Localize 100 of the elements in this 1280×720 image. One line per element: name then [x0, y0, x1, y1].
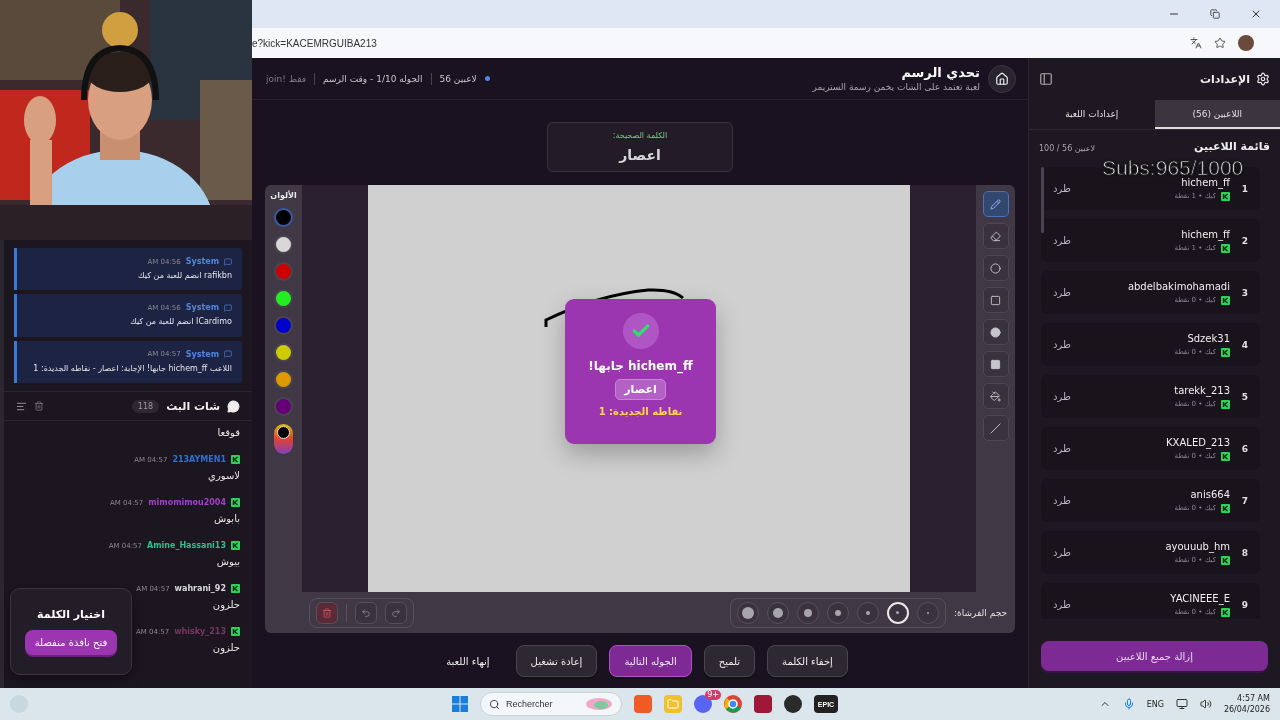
player-name: hichem_ff	[1180, 228, 1230, 240]
tool-button[interactable]	[982, 319, 1009, 345]
bot-icon	[224, 257, 232, 266]
page-title: تحدي الرسم	[900, 65, 980, 80]
player-name: Sdzek31	[1186, 332, 1230, 344]
notification-badge: 9+	[705, 690, 721, 700]
message-text: لاسوري	[208, 470, 240, 482]
maximize-icon[interactable]	[1210, 9, 1220, 19]
action-button[interactable]: الجوله التالية	[609, 645, 692, 677]
panel-toggle-icon[interactable]	[1039, 72, 1053, 86]
action-button[interactable]: إعادة تشغيل	[515, 645, 598, 677]
color-swatch[interactable]	[274, 370, 293, 389]
message-text: rafikbn انضم للعبة من كيك	[137, 271, 232, 282]
bot-icon	[224, 350, 232, 359]
platform-icon	[1221, 607, 1230, 617]
new-points: نقاطه الجديدة: 1	[598, 406, 683, 417]
tab[interactable]: اللاعبين (56)	[1154, 100, 1280, 129]
player-rank: 4	[1240, 339, 1250, 350]
player-rank: 8	[1240, 547, 1250, 558]
brush-size-button[interactable]	[857, 601, 879, 624]
action-button[interactable]: إخفاء الكلمة	[767, 645, 848, 677]
message-author: System	[185, 349, 219, 359]
brush-size-button[interactable]	[767, 601, 789, 624]
kick-button[interactable]: طرد	[1051, 389, 1073, 404]
search-icon	[489, 698, 500, 710]
chat-username: Amine_Hassani13	[147, 541, 226, 551]
round-status: الجوله 1/10 - وقت الرسم	[323, 73, 423, 84]
tool-button[interactable]	[982, 383, 1009, 409]
tool-button[interactable]	[982, 191, 1009, 217]
color-swatch[interactable]	[274, 316, 293, 335]
message-text: حلزون	[212, 599, 240, 611]
player-rank: 9	[1240, 599, 1250, 610]
guessed-word: اعصار	[615, 379, 666, 400]
trash-icon[interactable]	[34, 401, 44, 412]
color-swatch[interactable]	[274, 208, 293, 227]
brush-size-button[interactable]	[827, 601, 849, 624]
join-hint: فقط !join	[266, 73, 307, 84]
color-picker[interactable]	[274, 424, 293, 454]
home-button[interactable]	[988, 64, 1016, 93]
pencil-icon	[990, 198, 1001, 210]
brush-size-button[interactable]	[797, 601, 819, 624]
align-icon[interactable]	[16, 400, 27, 412]
message-count: 118	[131, 399, 160, 413]
chat-username: whisky_213	[174, 627, 226, 637]
paint-bucket-icon	[990, 390, 1001, 402]
platform-icon	[231, 627, 240, 637]
brush-size-button[interactable]	[737, 601, 759, 624]
chat-title: شات البث	[166, 399, 220, 413]
player-name: hichem_ff	[1180, 176, 1230, 188]
remove-all-button[interactable]: إزالة جميع اللاعبين	[1041, 641, 1268, 671]
language-indicator[interactable]: ENG	[1146, 699, 1164, 709]
kick-button[interactable]: طرد	[1051, 285, 1073, 300]
players-count: 56 لاعبين	[439, 73, 477, 84]
action-button[interactable]: تلميح	[703, 645, 756, 677]
avatar-icon[interactable]	[1238, 35, 1254, 51]
open-window-button[interactable]: فتح نافذة منفصلة	[24, 630, 118, 655]
color-swatch[interactable]	[274, 343, 293, 362]
color-swatch[interactable]	[274, 235, 293, 254]
kick-button[interactable]: طرد	[1051, 545, 1073, 560]
line-icon	[990, 422, 1001, 434]
platform-icon	[1221, 451, 1230, 461]
translate-icon[interactable]	[1190, 37, 1202, 49]
volume-icon[interactable]	[1199, 698, 1212, 710]
kick-button[interactable]: طرد	[1051, 493, 1073, 508]
kick-button[interactable]: طرد	[1051, 597, 1073, 612]
app-icon[interactable]	[754, 695, 772, 713]
network-icon[interactable]	[1175, 698, 1188, 710]
color-swatch[interactable]	[274, 262, 293, 281]
tool-button[interactable]	[982, 255, 1009, 281]
kick-button[interactable]: طرد	[1051, 441, 1073, 456]
tool-button[interactable]	[982, 287, 1009, 313]
card-title: اختيار الكلمة	[37, 608, 105, 621]
kick-button[interactable]: طرد	[1051, 181, 1073, 196]
microphone-icon[interactable]	[1122, 698, 1135, 710]
platform-icon	[1221, 243, 1230, 253]
chat-app-icon[interactable]	[694, 695, 712, 713]
message-author: System	[185, 303, 219, 313]
star-icon[interactable]	[1214, 37, 1226, 49]
tool-button[interactable]	[982, 223, 1009, 249]
clock[interactable]: 4:57 AM 26/04/2026	[1223, 694, 1270, 714]
message-text: اللاعب hichem_ff جابها! الإجابة: اعصار - نقاطه الجديدة: 1	[32, 363, 232, 375]
circle-icon	[990, 262, 1001, 274]
search-field[interactable]: Rechercher	[480, 692, 622, 716]
tool-button[interactable]	[982, 351, 1009, 377]
kick-button[interactable]: طرد	[1051, 337, 1073, 352]
platform-icon	[231, 541, 240, 551]
browser-icon[interactable]	[724, 695, 742, 713]
sidebar-title: الإعدادات	[1199, 72, 1250, 86]
action-button[interactable]: إنهاء اللعبة	[432, 645, 504, 677]
colors-label: الألوان	[270, 191, 297, 200]
close-icon[interactable]	[1250, 8, 1262, 20]
tab[interactable]: إعدادات اللعبة	[1029, 100, 1155, 129]
drawing-canvas[interactable]: hichem_ff جابها! اعصار نقاطه الجديدة: 1	[368, 185, 910, 592]
color-swatch[interactable]	[274, 289, 293, 308]
player-rank: 1	[1240, 183, 1250, 194]
color-swatch[interactable]	[274, 397, 293, 416]
kick-button[interactable]: طرد	[1051, 233, 1073, 248]
player-name: anis664	[1189, 488, 1230, 500]
correct-word: اعصار	[619, 147, 661, 163]
player-rank: 5	[1240, 391, 1250, 402]
